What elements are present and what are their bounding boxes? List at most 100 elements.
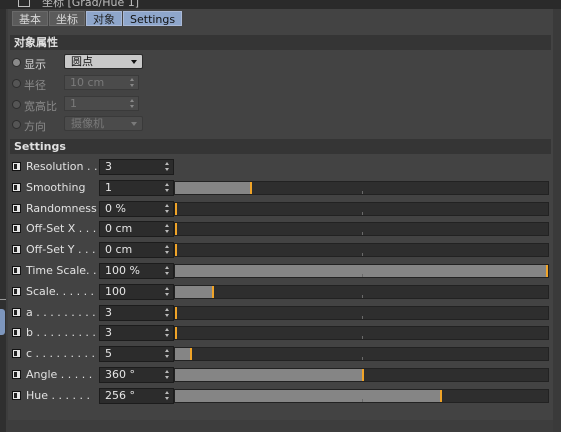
slider-handle[interactable] — [175, 203, 177, 215]
settings-row: c . . . . . . . . . .5 — [8, 345, 553, 363]
spinner-icon[interactable] — [165, 308, 170, 317]
setting-slider[interactable] — [174, 264, 549, 278]
spinner-icon[interactable] — [165, 391, 170, 400]
display-dropdown[interactable]: 圆点 — [64, 54, 143, 69]
slider-handle[interactable] — [175, 307, 177, 319]
setting-value-field[interactable]: 3 — [99, 325, 174, 341]
animation-toggle-icon[interactable] — [12, 328, 21, 337]
spinner-icon[interactable] — [165, 287, 170, 296]
display-value: 圆点 — [71, 55, 93, 68]
setting-slider[interactable] — [174, 389, 549, 403]
slider-handle[interactable] — [175, 327, 177, 339]
setting-value-field[interactable]: 0 cm — [99, 221, 174, 237]
settings-row: Smoothing 1 — [8, 179, 553, 197]
setting-label: a . . . . . . . . . . — [26, 306, 103, 319]
setting-slider[interactable] — [174, 181, 549, 195]
spinner-icon[interactable] — [165, 370, 170, 379]
spinner-icon[interactable] — [165, 245, 170, 254]
aspect-value: 1 — [70, 97, 77, 110]
animation-toggle-icon[interactable] — [12, 287, 21, 296]
setting-slider[interactable] — [174, 202, 549, 216]
slider-handle[interactable] — [546, 265, 548, 277]
spinner-icon[interactable] — [165, 183, 170, 192]
slider-fill — [175, 390, 440, 402]
left-panel-handle[interactable] — [0, 309, 5, 335]
setting-slider[interactable] — [174, 243, 549, 257]
aspect-label: 宽高比 — [24, 100, 57, 113]
setting-slider[interactable] — [174, 368, 549, 382]
tab-basic[interactable]: 基本 — [12, 11, 48, 26]
setting-slider[interactable] — [174, 222, 549, 236]
animation-toggle-icon[interactable] — [12, 162, 21, 171]
setting-value-field[interactable]: 3 — [99, 305, 174, 321]
display-radio[interactable] — [12, 58, 21, 67]
direction-row: 方向 摄像机 — [8, 116, 553, 134]
setting-value-field[interactable]: 5 — [99, 346, 174, 362]
setting-slider[interactable] — [174, 285, 549, 299]
setting-label: Randomness — [26, 202, 97, 215]
setting-value: 3 — [105, 326, 112, 339]
spinner-icon[interactable] — [165, 349, 170, 358]
slider-handle[interactable] — [190, 348, 192, 360]
setting-value-field[interactable]: 360 ° — [99, 367, 174, 383]
radius-label: 半径 — [24, 79, 46, 92]
animation-toggle-icon[interactable] — [12, 370, 21, 379]
setting-value-field[interactable]: 256 ° — [99, 388, 174, 404]
spinner-icon[interactable] — [130, 78, 135, 87]
tab-settings[interactable]: Settings — [123, 11, 183, 26]
slider-handle[interactable] — [175, 244, 177, 256]
settings-row: Randomness 0 % — [8, 200, 553, 218]
setting-value-field[interactable]: 3 — [99, 159, 174, 175]
object-icon — [18, 0, 30, 7]
animation-toggle-icon[interactable] — [12, 349, 21, 358]
slider-midpoint-tick — [362, 232, 363, 235]
animation-toggle-icon[interactable] — [12, 266, 21, 275]
window-title: 坐标 [Grad/Hue 1] — [42, 0, 140, 9]
radius-radio[interactable] — [12, 79, 21, 88]
slider-handle[interactable] — [175, 223, 177, 235]
animation-toggle-icon[interactable] — [12, 308, 21, 317]
setting-slider[interactable] — [174, 306, 549, 320]
animation-toggle-icon[interactable] — [12, 224, 21, 233]
setting-value-field[interactable]: 1 — [99, 180, 174, 196]
direction-dropdown[interactable]: 摄像机 — [64, 116, 143, 131]
animation-toggle-icon[interactable] — [12, 391, 21, 400]
settings-row: b . . . . . . . . . .3 — [8, 324, 553, 342]
spinner-icon[interactable] — [165, 328, 170, 337]
slider-midpoint-tick — [362, 399, 363, 402]
setting-slider[interactable] — [174, 347, 549, 361]
setting-value: 100 % — [105, 264, 140, 277]
slider-handle[interactable] — [362, 369, 364, 381]
slider-handle[interactable] — [440, 390, 442, 402]
setting-value-field[interactable]: 0 cm — [99, 242, 174, 258]
radius-field[interactable]: 10 cm — [64, 75, 139, 90]
spinner-icon[interactable] — [165, 224, 170, 233]
tab-object[interactable]: 对象 — [86, 11, 122, 26]
animation-toggle-icon[interactable] — [12, 183, 21, 192]
settings-row: Time Scale. . 100 % — [8, 262, 553, 280]
setting-value: 0 % — [105, 202, 126, 215]
setting-slider[interactable] — [174, 326, 549, 340]
spinner-icon[interactable] — [165, 162, 170, 171]
spinner-icon[interactable] — [165, 204, 170, 213]
spinner-icon[interactable] — [165, 266, 170, 275]
slider-handle[interactable] — [250, 182, 252, 194]
slider-midpoint-tick — [362, 357, 363, 360]
aspect-radio[interactable] — [12, 100, 21, 109]
aspect-field[interactable]: 1 — [64, 96, 139, 111]
setting-value-field[interactable]: 0 % — [99, 201, 174, 217]
setting-value: 360 ° — [105, 368, 135, 381]
right-scroll-area[interactable] — [553, 9, 561, 432]
tab-coord[interactable]: 坐标 — [49, 11, 85, 26]
direction-radio[interactable] — [12, 120, 21, 129]
animation-toggle-icon[interactable] — [12, 204, 21, 213]
settings-row: Angle . . . . . 360 ° — [8, 366, 553, 384]
settings-header: Settings — [10, 139, 551, 154]
settings-row: Resolution . . 3 — [8, 158, 553, 176]
spinner-icon[interactable] — [130, 99, 135, 108]
slider-midpoint-tick — [362, 253, 363, 256]
animation-toggle-icon[interactable] — [12, 245, 21, 254]
slider-handle[interactable] — [212, 286, 214, 298]
setting-value-field[interactable]: 100 % — [99, 263, 174, 279]
setting-value-field[interactable]: 100 — [99, 284, 174, 300]
